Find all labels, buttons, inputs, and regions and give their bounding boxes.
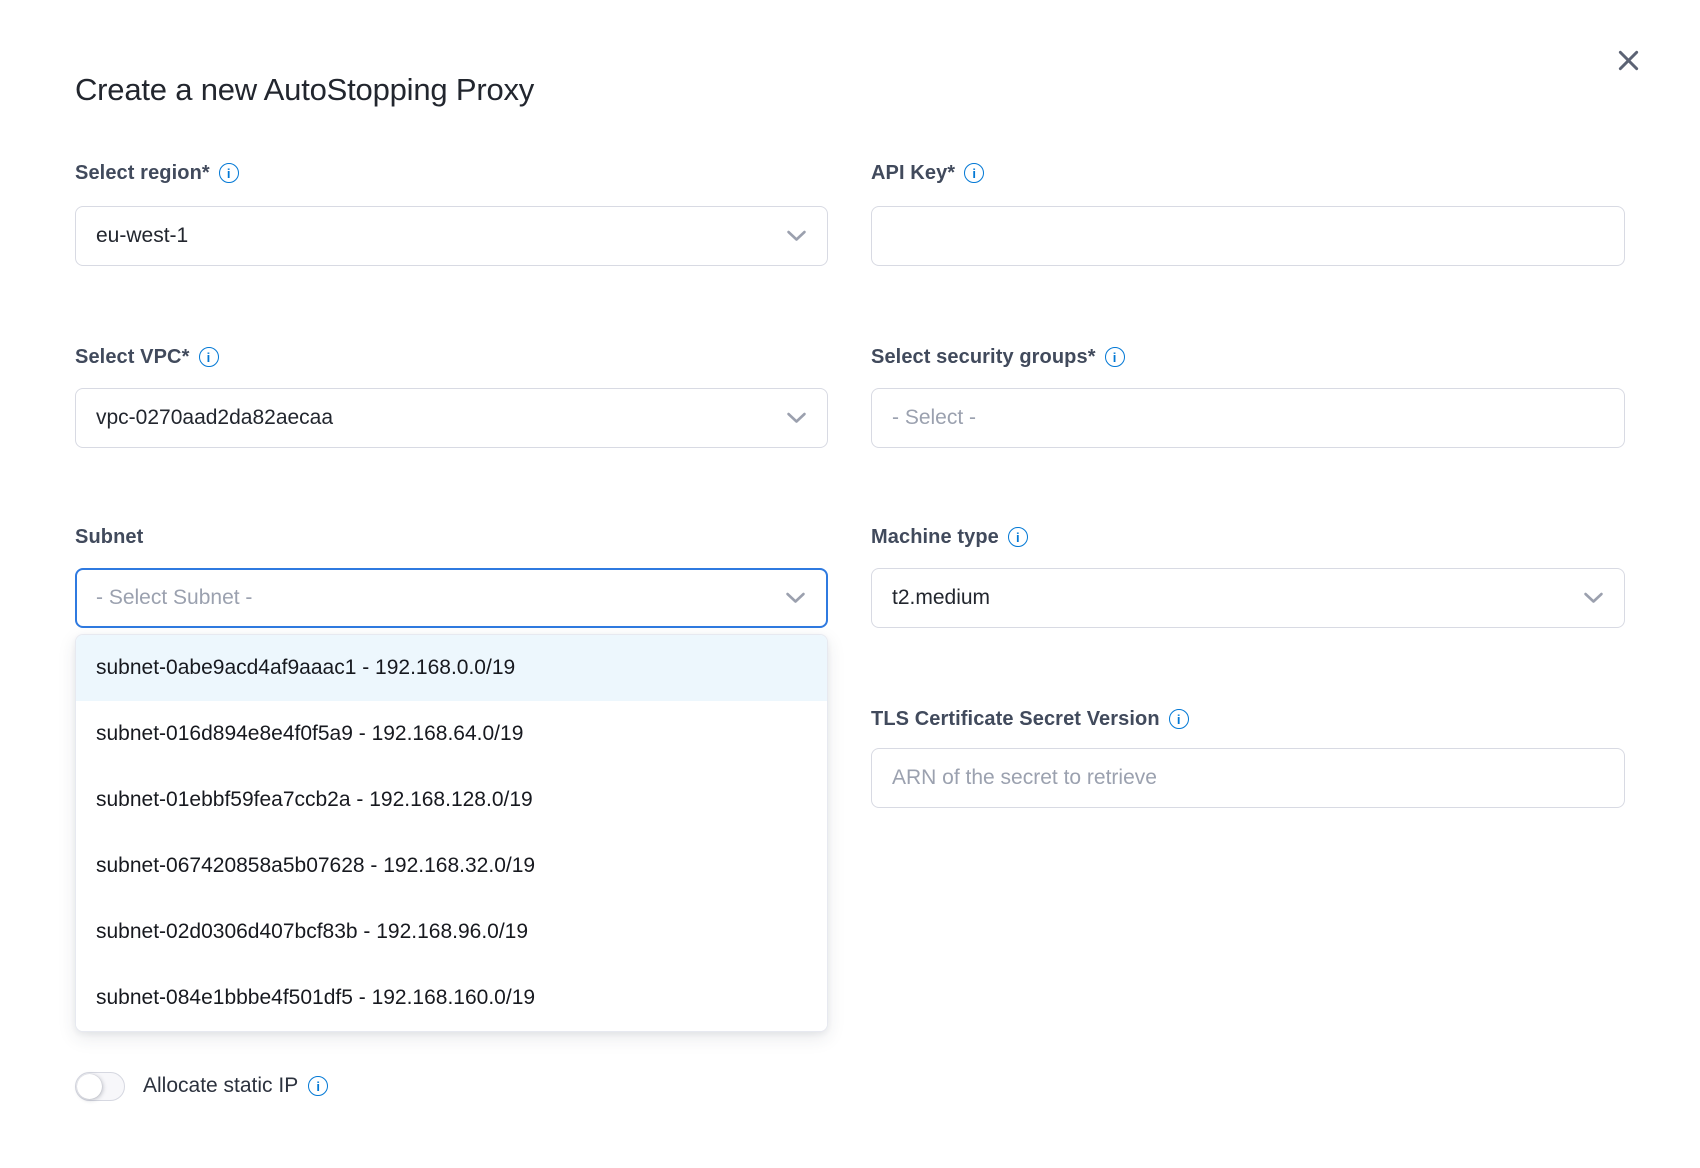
api-key-label-text: API Key* — [871, 162, 955, 185]
subnet-dropdown-list: subnet-0abe9acd4af9aaac1 - 192.168.0.0/1… — [75, 634, 828, 1032]
page-title: Create a new AutoStopping Proxy — [75, 72, 534, 108]
machine-type-value: t2.medium — [892, 586, 990, 610]
subnet-placeholder: - Select Subnet - — [96, 586, 252, 610]
machine-type-select[interactable]: t2.medium — [871, 568, 1625, 628]
toggle-knob-icon — [77, 1074, 102, 1099]
subnet-option[interactable]: subnet-016d894e8e4f0f5a9 - 192.168.64.0/… — [76, 701, 827, 767]
subnet-option[interactable]: subnet-02d0306d407bcf83b - 192.168.96.0/… — [76, 899, 827, 965]
region-label: Select region* i — [75, 160, 828, 186]
subnet-label: Subnet — [75, 524, 828, 550]
region-label-text: Select region* — [75, 162, 210, 185]
vpc-value: vpc-0270aad2da82aecaa — [96, 406, 333, 430]
chevron-down-icon — [786, 230, 807, 243]
info-icon[interactable]: i — [1008, 527, 1028, 547]
security-groups-placeholder: - Select - — [892, 406, 976, 430]
vpc-label: Select VPC* i — [75, 344, 828, 370]
vpc-label-text: Select VPC* — [75, 346, 190, 369]
tls-secret-label-text: TLS Certificate Secret Version — [871, 708, 1160, 731]
close-button[interactable] — [1606, 38, 1650, 82]
allocate-static-ip-label-text: Allocate static IP — [143, 1074, 298, 1098]
chevron-down-icon — [786, 412, 807, 425]
security-groups-label-text: Select security groups* — [871, 346, 1096, 369]
chevron-down-icon — [785, 592, 806, 605]
vpc-select[interactable]: vpc-0270aad2da82aecaa — [75, 388, 828, 448]
security-groups-label: Select security groups* i — [871, 344, 1625, 370]
tls-secret-input[interactable] — [871, 748, 1625, 808]
close-icon — [1616, 48, 1641, 73]
tls-secret-label: TLS Certificate Secret Version i — [871, 706, 1625, 732]
subnet-option[interactable]: subnet-01ebbf59fea7ccb2a - 192.168.128.0… — [76, 767, 827, 833]
allocate-static-ip-label: Allocate static IP i — [143, 1074, 328, 1098]
api-key-label: API Key* i — [871, 160, 1625, 186]
subnet-option[interactable]: subnet-084e1bbbe4f501df5 - 192.168.160.0… — [76, 965, 827, 1031]
allocate-static-ip-toggle[interactable] — [75, 1072, 125, 1101]
machine-type-label: Machine type i — [871, 524, 1625, 550]
info-icon[interactable]: i — [199, 347, 219, 367]
region-select[interactable]: eu-west-1 — [75, 206, 828, 266]
subnet-option[interactable]: subnet-0abe9acd4af9aaac1 - 192.168.0.0/1… — [76, 635, 827, 701]
security-groups-select[interactable]: - Select - — [871, 388, 1625, 448]
allocate-static-ip-row: Allocate static IP i — [75, 1068, 328, 1104]
chevron-down-icon — [1583, 592, 1604, 605]
region-value: eu-west-1 — [96, 224, 188, 248]
api-key-input[interactable] — [871, 206, 1625, 266]
info-icon[interactable]: i — [964, 163, 984, 183]
info-icon[interactable]: i — [308, 1076, 328, 1096]
subnet-label-text: Subnet — [75, 526, 143, 549]
info-icon[interactable]: i — [1169, 709, 1189, 729]
info-icon[interactable]: i — [219, 163, 239, 183]
subnet-option[interactable]: subnet-067420858a5b07628 - 192.168.32.0/… — [76, 833, 827, 899]
info-icon[interactable]: i — [1105, 347, 1125, 367]
subnet-select[interactable]: - Select Subnet - — [75, 568, 828, 628]
machine-type-label-text: Machine type — [871, 526, 999, 549]
